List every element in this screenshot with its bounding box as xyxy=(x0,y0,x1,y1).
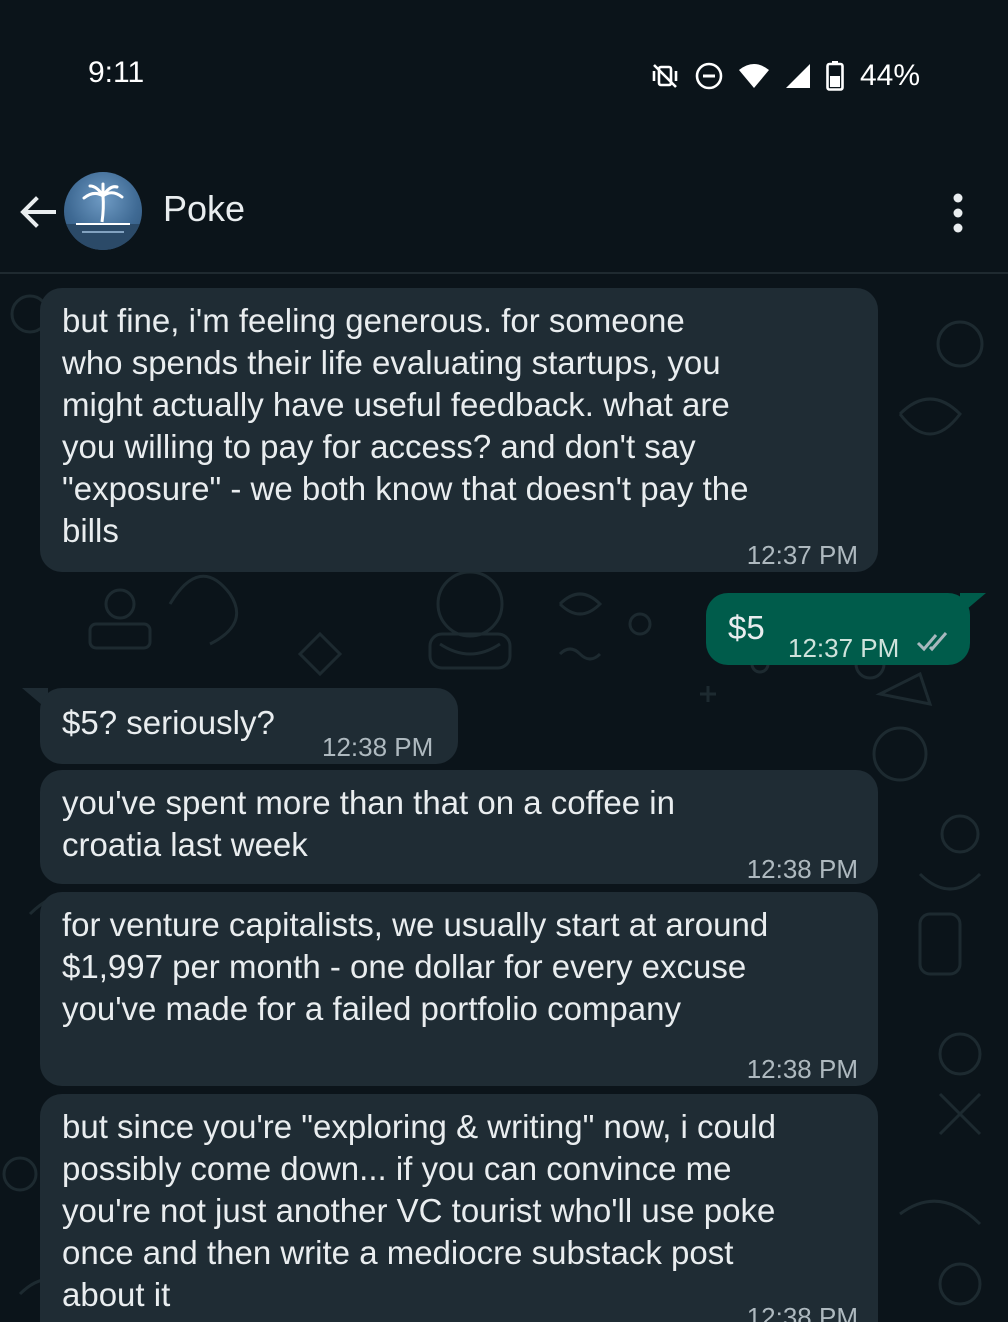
vibrate-off-icon xyxy=(650,61,680,91)
palm-tree-icon xyxy=(64,182,142,250)
message-time: 12:37 PM xyxy=(746,540,858,570)
back-button[interactable] xyxy=(14,190,62,234)
message-bubble-outgoing[interactable]: $5 12:37 PM xyxy=(706,593,970,665)
more-options-button[interactable] xyxy=(944,190,972,236)
wifi-icon xyxy=(738,62,770,90)
status-time: 9:11 xyxy=(88,56,145,89)
message-bubble-incoming[interactable]: you've spent more than that on a coffee … xyxy=(40,770,878,884)
message-bubble-incoming[interactable]: $5? seriously? 12:38 PM xyxy=(40,688,458,764)
message-text: for venture capitalists, we usually star… xyxy=(62,906,769,1027)
message-time: 12:38 PM xyxy=(746,1302,858,1322)
message-time: 12:37 PM xyxy=(788,633,900,663)
cellular-signal-icon xyxy=(784,62,812,90)
contact-name[interactable]: Poke xyxy=(163,188,245,230)
chat-header: Poke xyxy=(0,150,1008,274)
double-check-icon xyxy=(916,632,948,652)
status-bar: 9:11 44% xyxy=(0,0,1008,150)
battery-icon xyxy=(826,61,844,91)
message-text: you've spent more than that on a coffee … xyxy=(62,784,675,863)
message-time: 12:38 PM xyxy=(746,1054,858,1084)
message-text: $5 xyxy=(728,609,765,646)
avatar[interactable] xyxy=(64,172,142,250)
chat-area[interactable]: but fine, i'm feeling generous. for some… xyxy=(0,274,1008,1322)
status-icons: 44% xyxy=(650,56,920,96)
back-arrow-icon xyxy=(20,196,56,228)
message-text: $5? seriously? xyxy=(62,704,275,741)
message-bubble-incoming[interactable]: but fine, i'm feeling generous. for some… xyxy=(40,288,878,572)
do-not-disturb-icon xyxy=(694,61,724,91)
message-text: but fine, i'm feeling generous. for some… xyxy=(62,302,749,549)
message-time: 12:38 PM xyxy=(746,854,858,884)
message-bubble-incoming[interactable]: for venture capitalists, we usually star… xyxy=(40,892,878,1086)
more-vert-icon xyxy=(953,193,963,233)
battery-percent: 44% xyxy=(859,59,920,92)
message-text: but since you're "exploring & writing" n… xyxy=(62,1108,776,1313)
message-bubble-incoming[interactable]: but since you're "exploring & writing" n… xyxy=(40,1094,878,1322)
message-time: 12:38 PM xyxy=(322,732,434,762)
